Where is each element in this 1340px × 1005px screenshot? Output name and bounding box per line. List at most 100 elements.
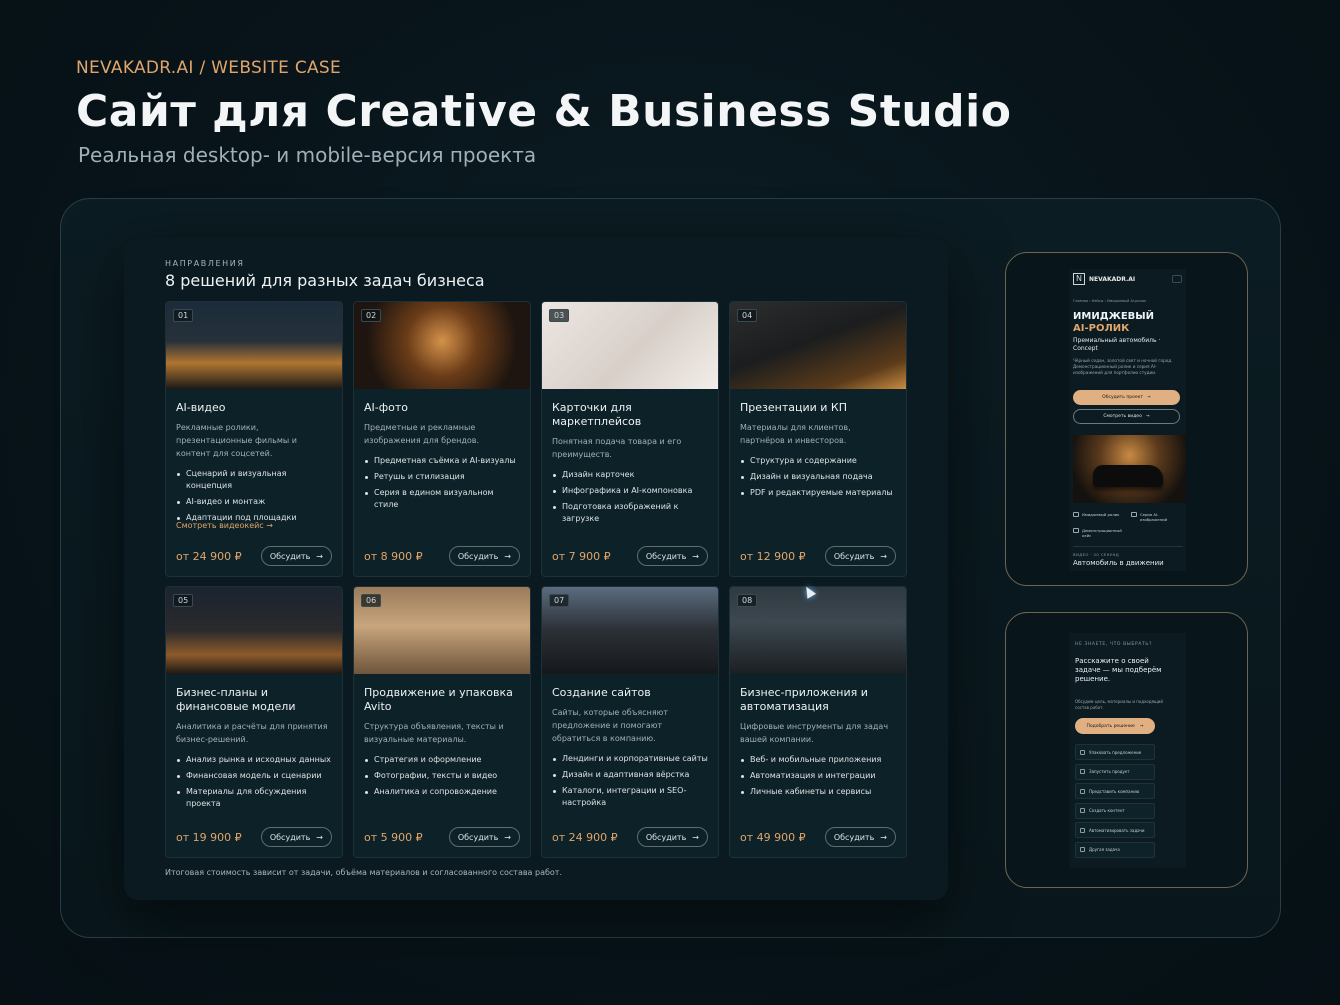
- task-option[interactable]: Создать контент: [1075, 802, 1155, 819]
- service-card[interactable]: 01 AI-видео Рекламные ролики, презентаци…: [165, 301, 343, 577]
- discuss-project-button[interactable]: Обсудить проект →: [1073, 390, 1180, 405]
- service-card[interactable]: 07 Создание сайтов Сайты, которые объясн…: [541, 586, 719, 858]
- list-item: Каталоги, интеграции и SEO-настройка: [552, 785, 708, 809]
- video-case-link[interactable]: Смотреть видеокейс →: [176, 521, 273, 530]
- card-number: 08: [737, 594, 758, 607]
- service-card[interactable]: 04 Презентации и КП Материалы для клиент…: [729, 301, 907, 577]
- service-card[interactable]: 06 Продвижение и упаковка Avito Структур…: [353, 586, 531, 858]
- list-item: Подготовка изображений к загрузке: [552, 501, 708, 525]
- quiz-title: Расскажите о своей задаче — мы подберём …: [1075, 657, 1162, 683]
- desktop-mockup: НАПРАВЛЕНИЯ 8 решений для разных задач б…: [124, 238, 948, 900]
- card-image: 07: [542, 587, 718, 674]
- card-features: Стратегия и оформление Фотографии, текст…: [354, 746, 530, 798]
- card-image: 02: [354, 302, 530, 389]
- list-item: Дизайн и адаптивная вёрстка: [552, 769, 708, 781]
- service-card[interactable]: 02 AI-фото Предметные и рекламные изобра…: [353, 301, 531, 577]
- menu-icon[interactable]: [1172, 275, 1182, 283]
- service-card[interactable]: 03 Карточки для маркетплейсов Понятная п…: [541, 301, 719, 577]
- task-option[interactable]: Автоматизировать задачи: [1075, 822, 1155, 838]
- case-title-line2: AI-РОЛИК: [1073, 323, 1130, 334]
- button-label: Обсудить: [833, 551, 875, 561]
- monitor-icon: [1080, 788, 1085, 794]
- feature-item: Демонстрационный кейс: [1073, 528, 1123, 538]
- option-label: Автоматизировать задачи: [1089, 827, 1145, 833]
- arrow-right-icon: →: [692, 551, 699, 561]
- video-icon: [1073, 512, 1079, 517]
- button-label: Обсудить проект: [1102, 395, 1144, 400]
- list-item: Автоматизация и интеграции: [740, 770, 896, 782]
- discuss-button[interactable]: Обсудить →: [824, 827, 896, 847]
- button-label: Обсудить: [833, 832, 875, 842]
- arrow-right-icon: →: [266, 521, 273, 530]
- card-footer: от 19 900 ₽ Обсудить →: [176, 827, 332, 847]
- option-label: Запустить продукт: [1089, 769, 1130, 774]
- mobile-screen: N NEVAKADR.AI Главная › Кейсы › Имиджевы…: [1069, 269, 1186, 571]
- video-title: Автомобиль в движении: [1073, 559, 1164, 567]
- list-item: Структура и содержание: [740, 455, 896, 467]
- discuss-button[interactable]: Обсудить →: [448, 546, 520, 566]
- card-description: Предметные и рекламные изображения для б…: [364, 423, 480, 445]
- breadcrumb: Главная › Кейсы › Имиджевый AI-ролик: [1073, 299, 1147, 303]
- mobile-mockup-quiz: НЕ ЗНАЕТЕ, ЧТО ВЫБРАТЬ? Расскажите о сво…: [1005, 612, 1248, 888]
- chat-icon: [1080, 847, 1085, 852]
- card-image: 05: [166, 587, 342, 674]
- card-title: Создание сайтов: [552, 686, 651, 699]
- feature-item: Имиджевый ролик: [1073, 512, 1119, 517]
- card-price: от 19 900 ₽: [176, 830, 242, 844]
- mobile-logo[interactable]: N NEVAKADR.AI: [1073, 273, 1135, 285]
- option-label: Представить компанию: [1089, 788, 1140, 794]
- task-option[interactable]: Представить компанию: [1075, 783, 1155, 799]
- case-description: Чёрный седан, золотой свет и ночной горо…: [1073, 358, 1173, 375]
- discuss-button[interactable]: Обсудить →: [636, 827, 708, 847]
- video-icon: [1080, 808, 1085, 813]
- logo-n-icon: N: [1073, 273, 1085, 285]
- card-number: 01: [173, 309, 194, 322]
- section-heading: 8 решений для разных задач бизнеса: [165, 271, 485, 290]
- card-footer: от 8 900 ₽ Обсудить →: [364, 546, 520, 566]
- gear-icon: [1080, 827, 1085, 833]
- card-description: Сайты, которые объясняют предложение и п…: [552, 708, 669, 743]
- divider: [1073, 546, 1183, 547]
- button-label: Смотреть видео: [1103, 414, 1142, 419]
- card-image: 06: [354, 587, 530, 674]
- card-number: 06: [361, 594, 382, 607]
- service-card[interactable]: 08 Бизнес-приложения и автоматизация Циф…: [729, 586, 907, 858]
- pick-solution-button[interactable]: Подобрать решение →: [1075, 718, 1155, 734]
- task-option[interactable]: Упаковать предложение: [1075, 744, 1155, 760]
- watch-video-button[interactable]: Смотреть видео →: [1073, 409, 1180, 424]
- image-icon: [1131, 512, 1137, 517]
- discuss-button[interactable]: Обсудить →: [636, 546, 708, 566]
- button-label: Подобрать решение: [1086, 723, 1135, 729]
- card-footer: от 49 900 ₽ Обсудить →: [740, 827, 896, 847]
- feature-label: Имиджевый ролик: [1082, 512, 1120, 517]
- card-description: Цифровые инструменты для задач вашей ком…: [740, 722, 889, 744]
- list-item: Фотографии, тексты и видео: [364, 770, 520, 782]
- card-number: 05: [173, 594, 194, 607]
- discuss-button[interactable]: Обсудить →: [260, 546, 332, 566]
- list-item: Предметная съёмка и AI-визуалы: [364, 455, 520, 467]
- task-option[interactable]: Запустить продукт: [1075, 763, 1155, 780]
- service-card[interactable]: 05 Бизнес-планы и финансовые модели Анал…: [165, 586, 343, 858]
- card-features: Структура и содержание Дизайн и визуальн…: [730, 447, 906, 499]
- arrow-right-icon: →: [692, 832, 699, 842]
- list-item: Финансовая модель и сценарии: [176, 770, 332, 782]
- mobile-screen: НЕ ЗНАЕТЕ, ЧТО ВЫБРАТЬ? Расскажите о сво…: [1069, 633, 1186, 868]
- discuss-button[interactable]: Обсудить →: [824, 546, 896, 566]
- list-item: Веб- и мобильные приложения: [740, 754, 896, 766]
- discuss-button[interactable]: Обсудить →: [260, 827, 332, 847]
- list-item: Дизайн и визуальная подача: [740, 471, 896, 483]
- task-options: Упаковать предложение Запустить продукт …: [1075, 744, 1155, 861]
- card-price: от 8 900 ₽: [364, 549, 423, 563]
- card-features: Предметная съёмка и AI-визуалы Ретушь и …: [354, 447, 530, 511]
- card-image: 03: [542, 302, 718, 389]
- services-grid: 01 AI-видео Рекламные ролики, презентаци…: [165, 301, 907, 858]
- quiz-kicker: НЕ ЗНАЕТЕ, ЧТО ВЫБРАТЬ?: [1075, 642, 1153, 647]
- card-features: Анализ рынка и исходных данных Финансова…: [166, 746, 342, 810]
- task-option[interactable]: Другая задача: [1075, 841, 1155, 858]
- discuss-button[interactable]: Обсудить →: [448, 827, 520, 847]
- arrow-right-icon: →: [504, 551, 511, 561]
- card-number: 03: [549, 309, 570, 322]
- card-footer: от 5 900 ₽ Обсудить →: [364, 827, 520, 847]
- list-item: Стратегия и оформление: [364, 754, 520, 766]
- arrow-right-icon: →: [504, 832, 511, 842]
